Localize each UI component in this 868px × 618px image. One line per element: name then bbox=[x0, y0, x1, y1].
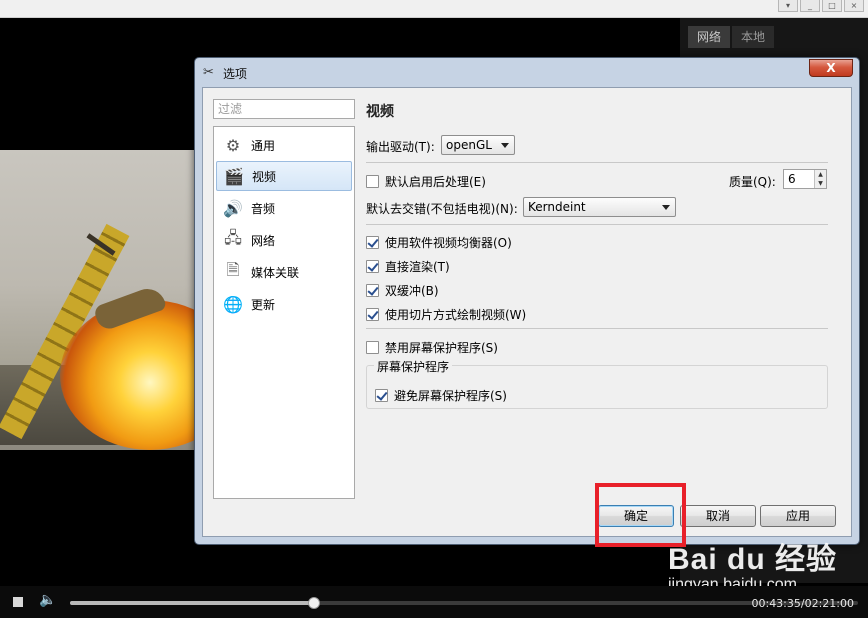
playback-controls: 🔈 00:43:35/02:21:00 bbox=[0, 586, 868, 618]
checkbox-box bbox=[366, 175, 379, 188]
close-window-icon[interactable]: × bbox=[844, 0, 864, 12]
nav-item-label: 更新 bbox=[251, 297, 276, 312]
minimize-icon[interactable]: _ bbox=[800, 0, 820, 12]
menu-icon[interactable]: ▾ bbox=[778, 0, 798, 12]
section-title: 视频 bbox=[366, 104, 394, 120]
watermark-logo: Bai du 经验 bbox=[668, 543, 838, 576]
spin-arrows-icon[interactable]: ▲ ▼ bbox=[814, 170, 826, 188]
cancel-button[interactable]: 取消 bbox=[680, 505, 756, 527]
direct-rendering-checkbox[interactable]: 直接渲染(T) bbox=[366, 258, 450, 275]
tab-local[interactable]: 本地 bbox=[732, 26, 774, 48]
chevron-down-icon bbox=[501, 143, 509, 148]
window-buttons: ▾ _ □ × bbox=[778, 0, 864, 12]
volume-icon[interactable]: 🔈 bbox=[39, 592, 56, 608]
nav-item-label: 网络 bbox=[251, 233, 276, 248]
divider bbox=[366, 162, 828, 163]
time-display: 00:43:35/02:21:00 bbox=[751, 597, 854, 610]
divider bbox=[366, 328, 828, 329]
nav-item-update[interactable]: 🌐 更新 bbox=[216, 289, 352, 319]
option-label: 直接渲染(T) bbox=[385, 260, 450, 274]
disable-screensaver-label: 禁用屏幕保护程序(S) bbox=[385, 341, 498, 355]
option-label: 使用切片方式绘制视频(W) bbox=[385, 308, 527, 322]
nav-item-label: 视频 bbox=[252, 169, 277, 184]
nav-item-audio[interactable]: 🔊 音频 bbox=[216, 193, 352, 223]
nav-item-label: 音频 bbox=[251, 201, 276, 216]
video-frame bbox=[0, 150, 200, 450]
divider bbox=[366, 224, 828, 225]
maximize-icon[interactable]: □ bbox=[822, 0, 842, 12]
option-label: 使用软件视频均衡器(O) bbox=[385, 236, 512, 250]
nav-item-network[interactable]: 🖧 网络 bbox=[216, 225, 352, 255]
category-list: ⚙ 通用 🎬 视频 🔊 音频 🖧 网络 🗎 媒体关联 🌐 更新 bbox=[213, 126, 355, 499]
checkbox-box bbox=[366, 260, 379, 273]
dialog-title: 选项 bbox=[223, 67, 248, 81]
nav-item-label: 通用 bbox=[251, 138, 276, 153]
output-driver-select[interactable]: openGL bbox=[441, 135, 515, 155]
checkbox-box bbox=[366, 236, 379, 249]
quality-label: 质量(Q): bbox=[729, 175, 776, 189]
tools-icon: ✂ bbox=[203, 65, 214, 80]
gear-icon: ⚙ bbox=[225, 135, 241, 155]
deinterlace-label: 默认去交错(不包括电视)(N): bbox=[366, 202, 518, 216]
option-label: 双缓冲(B) bbox=[385, 284, 439, 298]
quality-value: 6 bbox=[788, 172, 796, 186]
seek-handle[interactable] bbox=[308, 597, 321, 609]
seek-bar[interactable] bbox=[70, 597, 858, 609]
tab-network[interactable]: 网络 bbox=[688, 26, 730, 48]
disable-screensaver-checkbox[interactable]: 禁用屏幕保护程序(S) bbox=[366, 339, 498, 356]
software-equalizer-checkbox[interactable]: 使用软件视频均衡器(O) bbox=[366, 234, 512, 251]
slice-drawing-checkbox[interactable]: 使用切片方式绘制视频(W) bbox=[366, 306, 526, 323]
network-icon: 🖧 bbox=[224, 227, 242, 247]
chevron-down-icon bbox=[662, 205, 670, 210]
playlist-tabs: 网络 本地 bbox=[688, 26, 776, 48]
close-button[interactable]: X bbox=[809, 59, 853, 77]
options-dialog: ✂ 选项 X ⚙ 通用 🎬 视频 🔊 音频 🖧 网络 🗎 媒体关联 bbox=[194, 57, 860, 545]
nav-item-label: 媒体关联 bbox=[251, 265, 300, 280]
nav-item-video[interactable]: 🎬 视频 bbox=[216, 161, 352, 191]
checkbox-box bbox=[375, 389, 388, 402]
media-association-icon: 🗎 bbox=[226, 259, 240, 279]
stop-icon[interactable] bbox=[13, 597, 23, 607]
checkbox-box bbox=[366, 284, 379, 297]
deinterlace-select[interactable]: Kerndeint bbox=[523, 197, 676, 217]
clapperboard-icon: 🎬 bbox=[224, 166, 244, 186]
nav-item-media-association[interactable]: 🗎 媒体关联 bbox=[216, 257, 352, 287]
quality-spinbox[interactable]: 6 ▲ ▼ bbox=[783, 169, 827, 189]
update-globe-icon: 🌐 bbox=[223, 294, 243, 314]
avoid-screensaver-checkbox[interactable]: 避免屏幕保护程序(S) bbox=[375, 387, 507, 404]
player-title-bar: ▾ _ □ × bbox=[0, 0, 868, 18]
nav-item-general[interactable]: ⚙ 通用 bbox=[216, 130, 352, 160]
postprocess-checkbox[interactable]: 默认启用后处理(E) bbox=[366, 173, 486, 190]
apply-button[interactable]: 应用 bbox=[760, 505, 836, 527]
filter-input[interactable] bbox=[213, 99, 355, 119]
avoid-screensaver-label: 避免屏幕保护程序(S) bbox=[394, 389, 507, 403]
checkbox-box bbox=[366, 341, 379, 354]
dialog-client-area: ⚙ 通用 🎬 视频 🔊 音频 🖧 网络 🗎 媒体关联 🌐 更新 bbox=[202, 87, 852, 537]
postprocess-label: 默认启用后处理(E) bbox=[385, 175, 486, 189]
baidu-jingyan-watermark: Bai du 经验 jingyan.baidu.com bbox=[668, 534, 837, 594]
double-buffer-checkbox[interactable]: 双缓冲(B) bbox=[366, 282, 439, 299]
speaker-icon: 🔊 bbox=[223, 198, 243, 218]
screensaver-group-title: 屏幕保护程序 bbox=[374, 358, 453, 375]
output-driver-value: openGL bbox=[446, 138, 492, 152]
seek-bar-fill bbox=[70, 601, 315, 605]
deinterlace-value: Kerndeint bbox=[528, 200, 586, 214]
checkbox-box bbox=[366, 308, 379, 321]
output-driver-label: 输出驱动(T): bbox=[366, 140, 435, 154]
